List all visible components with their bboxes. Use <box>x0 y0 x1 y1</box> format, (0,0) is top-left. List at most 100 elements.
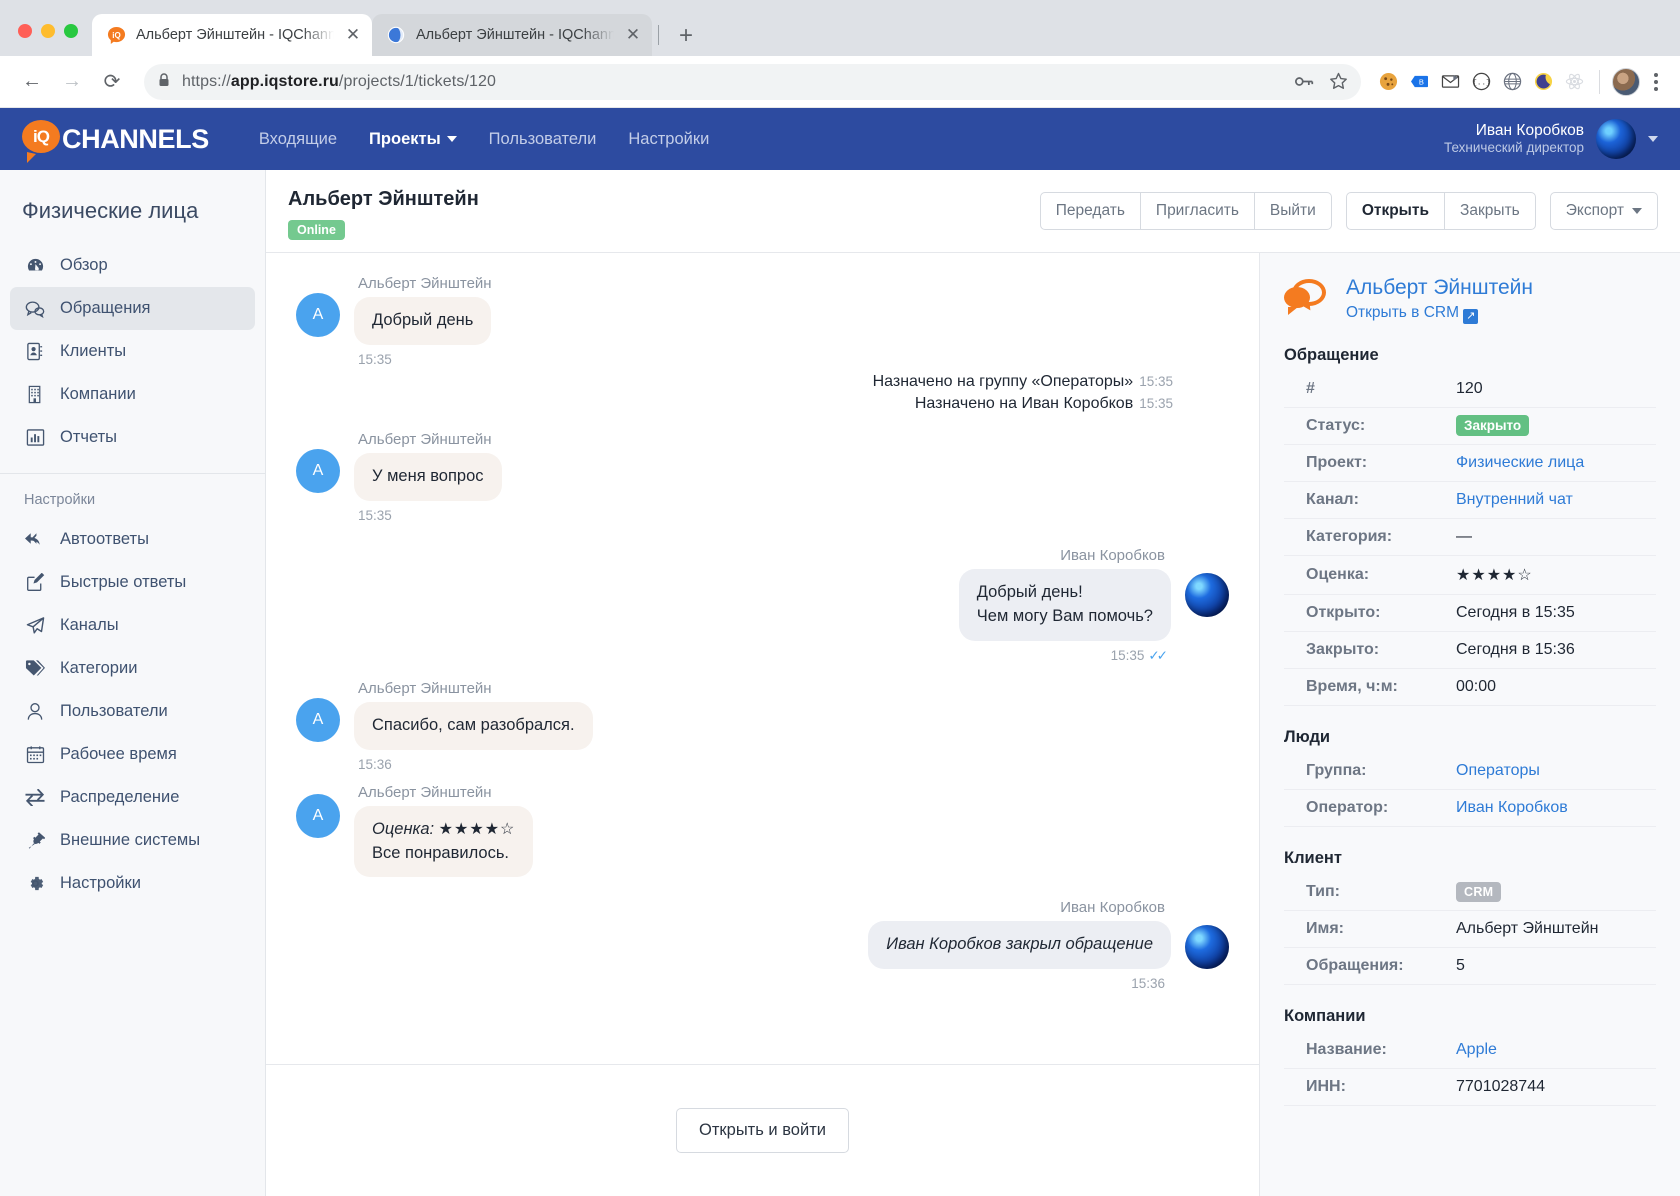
maximize-window-button[interactable] <box>64 24 78 38</box>
message-item: A Альберт Эйнштейн Оценка: ★★★★☆ Все пон… <box>296 784 1229 878</box>
people-info-table: Группа: Операторы Оператор: Иван Коробков <box>1284 753 1656 828</box>
sidebar-item-external-systems-label: Внешние системы <box>60 831 201 849</box>
info-panel: Альберт Эйнштейн Открыть в CRM ↗ Обращен… <box>1260 253 1680 1196</box>
table-row: Статус: Закрыто <box>1284 407 1656 446</box>
sidebar-item-working-hours[interactable]: Рабочее время <box>10 733 255 776</box>
react-icon[interactable] <box>1561 69 1587 95</box>
message-timestamp: 15:36 <box>358 756 392 772</box>
browser-tab-1[interactable]: iQ Альберт Эйнштейн - IQChann ✕ <box>92 14 372 56</box>
sidebar-item-settings[interactable]: Настройки <box>10 862 255 905</box>
sidebar-item-quick-replies[interactable]: Быстрые ответы <box>10 561 255 604</box>
key-icon[interactable] <box>1289 67 1319 97</box>
sidebar-item-routing[interactable]: Распределение <box>10 776 255 819</box>
sidebar-item-categories[interactable]: Категории <box>10 647 255 690</box>
export-button[interactable]: Экспорт <box>1549 192 1658 230</box>
client-type-badge: CRM <box>1456 882 1502 903</box>
browser-toolbar: ← → ⟳ https://app.iqstore.ru/projects/1/… <box>0 56 1680 108</box>
transfer-button[interactable]: Передать <box>1039 192 1141 230</box>
message-bubble[interactable]: У меня вопрос <box>354 452 502 501</box>
sidebar-item-reports[interactable]: Отчеты <box>10 416 255 459</box>
kebab-menu-icon[interactable] <box>1644 72 1666 91</box>
ticket-header-left: Альберт Эйнштейн Online <box>288 188 479 240</box>
address-bar[interactable]: https://app.iqstore.ru/projects/1/ticket… <box>144 63 1361 100</box>
message-body: Альберт Эйнштейн Добрый день 15:35 <box>354 275 492 367</box>
invite-button[interactable]: Пригласить <box>1139 192 1255 230</box>
sidebar-item-companies[interactable]: Компании <box>10 373 255 416</box>
open-button[interactable]: Открыть <box>1345 192 1446 230</box>
rating-label: Оценка: <box>372 819 435 838</box>
avatar: A <box>296 448 340 493</box>
nav-item-users[interactable]: Пользователи <box>473 130 613 149</box>
envelope-icon[interactable] <box>1437 69 1463 95</box>
table-row: Группа: Операторы <box>1284 753 1656 791</box>
row-key: Название: <box>1284 1032 1456 1070</box>
cookie-icon[interactable] <box>1375 69 1401 95</box>
message-body: Иван Коробков Добрый день! Чем могу Вам … <box>958 547 1171 664</box>
minimize-window-button[interactable] <box>41 24 55 38</box>
message-item: A Альберт Эйнштейн Спасибо, сам разобрал… <box>296 680 1229 772</box>
rating-comment: Все понравилось. <box>372 843 509 862</box>
sidebar-item-external-systems[interactable]: Внешние системы <box>10 819 255 862</box>
close-tab-2-icon[interactable]: ✕ <box>624 25 642 45</box>
star-icon[interactable] <box>1323 67 1353 97</box>
navbar-user-area[interactable]: Иван Коробков Технический директор <box>1444 119 1658 159</box>
ticket-center-column: Альберт Эйнштейн Online Передать Приглас… <box>266 170 1680 1196</box>
client-info-table: Тип: CRM Имя: Альберт Эйнштейн Обращения: 5 <box>1284 874 1656 986</box>
message-bubble[interactable]: Спасибо, сам разобрался. <box>354 701 593 750</box>
row-key: Закрыто: <box>1284 631 1456 670</box>
browser-profile-avatar[interactable] <box>1612 67 1640 96</box>
table-row: Канал: Внутренний чат <box>1284 481 1656 520</box>
row-value-link[interactable]: Apple <box>1456 1032 1656 1070</box>
open-and-enter-button[interactable]: Открыть и войти <box>676 1108 849 1153</box>
rating-bubble[interactable]: Оценка: ★★★★☆ Все понравилось. <box>354 805 534 878</box>
sidebar-item-autoreplies[interactable]: Автоответы <box>10 518 255 561</box>
message-bubble[interactable]: Добрый день <box>354 297 492 345</box>
row-value: 5 <box>1456 947 1656 986</box>
nav-item-inbox[interactable]: Входящие <box>243 130 353 149</box>
open-in-crm-link[interactable]: Открыть в CRM ↗ <box>1346 304 1533 325</box>
forward-icon[interactable]: → <box>54 64 90 100</box>
row-value-link[interactable]: Физические лица <box>1456 444 1656 483</box>
avatar[interactable] <box>1596 119 1636 159</box>
circle-icon[interactable]: {..} <box>1468 69 1494 95</box>
sidebar-group-label: Настройки <box>24 492 96 508</box>
chevron-down-icon <box>1632 207 1642 214</box>
nav-item-projects[interactable]: Проекты <box>353 130 473 149</box>
table-row: Оператор: Иван Коробков <box>1284 789 1656 828</box>
nav-item-settings[interactable]: Настройки <box>612 130 725 149</box>
reload-icon[interactable]: ⟳ <box>94 64 130 100</box>
section-title-companies: Компании <box>1284 1007 1366 1026</box>
app-shell: Физические лица Обзор Обращения Клиенты <box>0 170 1680 1196</box>
app-logo[interactable]: iQ CHANNELS <box>22 120 209 163</box>
info-client-name[interactable]: Альберт Эйнштейн <box>1346 275 1533 300</box>
browser-tab-2[interactable]: Альберт Эйнштейн - IQChann ✕ <box>372 14 652 56</box>
moon-icon[interactable] <box>1530 69 1556 95</box>
chevron-down-icon[interactable] <box>1648 136 1658 142</box>
system-message-text: Назначено на Иван Коробков <box>914 394 1134 412</box>
back-icon[interactable]: ← <box>14 64 50 100</box>
browser-chrome: iQ Альберт Эйнштейн - IQChann ✕ Альберт … <box>0 0 1680 108</box>
sidebar-item-clients[interactable]: Клиенты <box>10 330 255 373</box>
message-bubble[interactable]: Иван Коробков закрыл обращение <box>868 921 1171 970</box>
sidebar-item-channels[interactable]: Каналы <box>10 604 255 647</box>
message-bubble[interactable]: Добрый день! Чем могу Вам помочь? <box>958 568 1171 641</box>
row-key: Оператор: <box>1284 789 1456 828</box>
tag-icon[interactable]: B <box>1406 69 1432 95</box>
navbar-user-name: Иван Коробков <box>1475 121 1584 139</box>
sidebar-item-users[interactable]: Пользователи <box>10 690 255 733</box>
row-value-link[interactable]: Иван Коробков <box>1456 789 1656 828</box>
close-tab-1-icon[interactable]: ✕ <box>344 25 362 45</box>
message-item: A Альберт Эйнштейн У меня вопрос 15:35 <box>296 431 1229 523</box>
new-tab-button[interactable]: + <box>665 24 707 56</box>
sidebar-item-tickets[interactable]: Обращения <box>10 287 255 330</box>
leave-button[interactable]: Выйти <box>1253 192 1332 230</box>
globe-icon[interactable] <box>1499 69 1525 95</box>
sidebar-item-overview[interactable]: Обзор <box>10 244 255 287</box>
sidebar-main-list: Обзор Обращения Клиенты Компании Отчеты <box>0 244 265 459</box>
window-traffic-lights[interactable] <box>14 24 92 56</box>
status-badge: Закрыто <box>1456 415 1530 437</box>
close-button[interactable]: Закрыть <box>1444 192 1536 230</box>
row-value-link[interactable]: Операторы <box>1456 753 1656 791</box>
row-value-link[interactable]: Внутренний чат <box>1456 481 1656 520</box>
close-window-button[interactable] <box>18 24 32 38</box>
